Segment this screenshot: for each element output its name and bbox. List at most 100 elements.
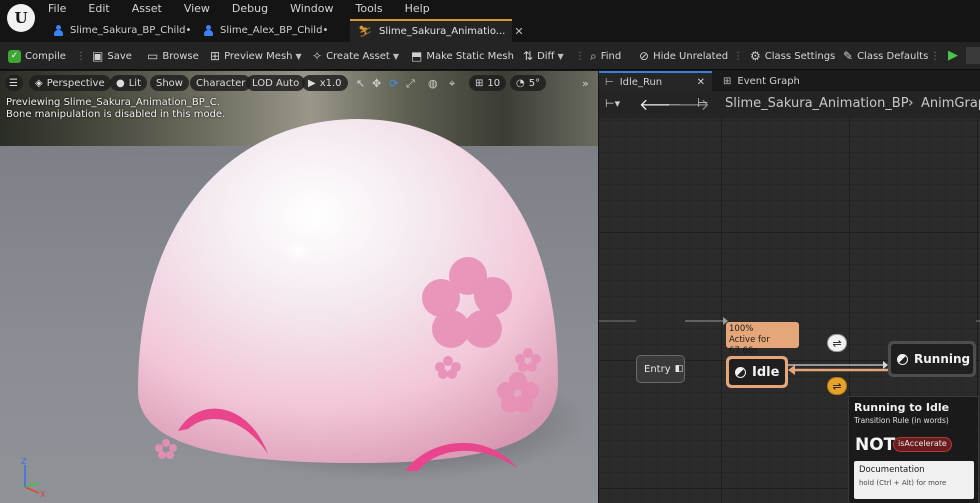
more-chevron-icon[interactable]: »: [582, 77, 589, 90]
state-label: Idle: [752, 364, 780, 380]
tooltip-not-keyword: NOT: [855, 435, 896, 455]
browse-label: Browse: [162, 50, 199, 62]
tab-slime-sakura-animation[interactable]: ⛷ Slime_Sakura_Animatio... ✕: [350, 19, 524, 42]
gear-icon: ⚙: [750, 49, 761, 63]
state-node-idle[interactable]: Idle: [726, 356, 788, 388]
world-space-icon[interactable]: ◍: [428, 77, 438, 90]
tab-label: Event Graph: [737, 75, 800, 87]
tooltip-title: Running to Idle: [854, 401, 950, 414]
graph-icon: ⊞: [723, 75, 732, 87]
blueprint-person-icon: [54, 25, 63, 36]
slime-character-mesh: [138, 119, 558, 471]
entry-node[interactable]: Entry ◧: [636, 355, 685, 383]
state-machine-canvas[interactable]: 100% Active for 67.66s Entry ◧ Idle Runn…: [599, 118, 980, 503]
translate-icon[interactable]: ✥: [372, 77, 381, 90]
menu-view[interactable]: View: [184, 2, 210, 15]
graph-menu-icon[interactable]: ⊢▾: [605, 97, 620, 110]
static-mesh-icon: ⬒: [411, 49, 423, 63]
transition-idle-to-running-icon[interactable]: ⇌: [827, 334, 847, 352]
tab-close-icon[interactable]: ✕: [514, 25, 523, 38]
main-toolbar: ✓ Compile ⋮ ▣ Save ▭ Browse ⊞ Preview Me…: [0, 42, 980, 70]
tab-close-icon[interactable]: ✕: [697, 77, 705, 88]
preview-viewport[interactable]: ☰ ◈ Perspective ● Lit Show Character LOD A…: [0, 71, 598, 503]
toolbar-separator: ⋮: [76, 51, 86, 62]
menu-debug[interactable]: Debug: [232, 2, 268, 15]
blueprint-person-icon: [204, 25, 213, 36]
find-button[interactable]: ⌕ Find: [590, 48, 621, 64]
play-options-button[interactable]: [966, 47, 980, 64]
menu-edit[interactable]: Edit: [88, 2, 109, 15]
perspective-label: Perspective: [46, 77, 105, 89]
state-active-time: Active for 67.66s: [729, 335, 770, 356]
unreal-logo-icon[interactable]: U: [7, 4, 35, 32]
character-button[interactable]: Character: [190, 75, 252, 91]
entry-pin-icon: ◧: [674, 364, 684, 374]
playback-speed-button[interactable]: ▶ x1.0: [302, 75, 348, 91]
surface-snap-icon[interactable]: ⌖: [449, 77, 455, 91]
menu-help[interactable]: Help: [405, 2, 430, 15]
breadcrumb-child[interactable]: AnimGrap: [921, 96, 980, 111]
play-button[interactable]: ▶: [944, 47, 962, 64]
bone-note: Bone manipulation is disabled in this mo…: [6, 109, 226, 120]
viewport-toolbar: ☰ ◈ Perspective ● Lit Show Character LOD A…: [0, 71, 598, 95]
axis-x-label: X: [40, 490, 46, 497]
save-button[interactable]: ▣ Save: [92, 48, 132, 64]
lod-label: LOD Auto: [252, 77, 300, 89]
menu-file[interactable]: File: [48, 2, 66, 15]
lit-icon: ●: [116, 77, 125, 89]
character-label: Character: [196, 77, 246, 89]
state-machine-icon: ⊢: [605, 76, 614, 88]
hide-unrelated-button[interactable]: ⊘ Hide Unrelated: [639, 48, 728, 64]
hamburger-icon: ☰: [9, 77, 18, 89]
viewport-menu-button[interactable]: ☰: [5, 75, 23, 91]
menu-asset[interactable]: Asset: [132, 2, 162, 15]
rotation-snap-button[interactable]: ◔ 5°: [510, 75, 547, 91]
rotate-icon[interactable]: ⟳: [389, 77, 398, 90]
lod-button[interactable]: LOD Auto: [246, 75, 306, 91]
make-static-mesh-label: Make Static Mesh: [426, 50, 514, 62]
find-label: Find: [600, 50, 622, 62]
tab-event-graph[interactable]: ⊞ Event Graph: [717, 71, 817, 91]
tab-slime-alex-bp-child[interactable]: Slime_Alex_BP_Child •: [196, 19, 348, 42]
angle-label: 5°: [528, 77, 541, 89]
state-node-running[interactable]: Running: [888, 341, 976, 377]
tooltip-subtitle: Transition Rule (in words): [854, 416, 949, 425]
tab-label: Slime_Sakura_BP_Child: [70, 25, 186, 36]
class-defaults-button[interactable]: ✎ Class Defaults: [843, 48, 928, 64]
class-defaults-label: Class Defaults: [857, 50, 929, 62]
lit-button[interactable]: ● Lit: [110, 75, 148, 91]
make-static-mesh-button[interactable]: ⬒ Make Static Mesh: [411, 48, 514, 64]
tab-modified-mark: •: [185, 25, 192, 36]
entry-label: Entry: [644, 363, 671, 375]
compile-check-icon: ✓: [8, 49, 21, 63]
preview-mesh-button[interactable]: ⊞ Preview Mesh ▼: [210, 48, 302, 64]
scale-icon[interactable]: ⤢: [406, 77, 415, 91]
create-asset-icon: ✧: [312, 49, 323, 63]
document-tabs: Slime_Sakura_BP_Child • Slime_Alex_BP_Chi…: [0, 19, 980, 42]
grid-snap-button[interactable]: ⊞ 10: [469, 75, 507, 91]
browse-button[interactable]: ▭ Browse: [147, 48, 199, 64]
select-icon[interactable]: ↖: [356, 77, 365, 90]
perspective-button[interactable]: ◈ Perspective: [29, 75, 111, 91]
tab-idle-run[interactable]: ⊢ Idle_Run ✕: [599, 71, 712, 91]
diff-button[interactable]: ⇅ Diff ▼: [523, 48, 564, 64]
lit-label: Lit: [128, 77, 142, 89]
menu-window[interactable]: Window: [290, 2, 333, 15]
transition-tooltip: Running to Idle Transition Rule (in word…: [848, 396, 979, 503]
tab-slime-sakura-bp-child[interactable]: Slime_Sakura_BP_Child •: [46, 19, 196, 42]
diff-icon: ⇅: [523, 49, 534, 63]
create-asset-button[interactable]: ✧ Create Asset ▼: [312, 48, 399, 64]
search-icon: ⌕: [590, 48, 597, 63]
state-icon: [735, 366, 746, 378]
transition-running-to-idle-icon[interactable]: ⇌: [827, 377, 847, 395]
class-settings-button[interactable]: ⚙ Class Settings: [750, 48, 835, 64]
tab-label: Slime_Alex_BP_Child: [220, 25, 323, 36]
breadcrumb-root[interactable]: Slime_Sakura_Animation_BP: [725, 96, 909, 111]
show-button[interactable]: Show: [150, 75, 189, 91]
hide-unrelated-label: Hide Unrelated: [653, 50, 729, 62]
menu-tools[interactable]: Tools: [355, 2, 382, 15]
class-settings-label: Class Settings: [764, 50, 836, 62]
axis-z-label: Z: [21, 457, 27, 466]
preview-mesh-label: Preview Mesh: [224, 50, 293, 62]
compile-button[interactable]: ✓ Compile: [8, 48, 66, 64]
